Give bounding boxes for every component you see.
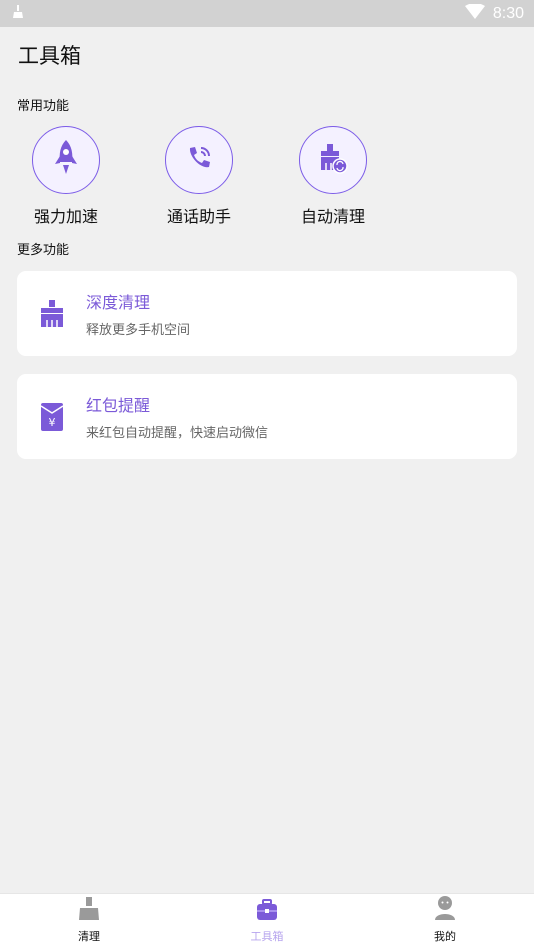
quick-action-auto-clean[interactable]: 自动清理 — [283, 126, 383, 227]
tab-clean[interactable]: 清理 — [0, 894, 178, 949]
card-red-envelope-title: 红包提醒 — [86, 396, 151, 415]
quick-action-boost-circle — [32, 126, 100, 194]
card-deep-clean-title: 深度清理 — [86, 293, 151, 312]
section-more-title: 更多功能 — [17, 243, 70, 258]
rocket-icon — [52, 138, 80, 182]
auto-clean-brush-icon — [318, 142, 348, 178]
card-red-envelope[interactable]: ¥ 红包提醒 来红包自动提醒，快速启动微信 — [17, 374, 517, 459]
status-time: 8:30 — [492, 4, 524, 22]
broom-brush-icon — [40, 299, 64, 329]
card-deep-clean[interactable]: 深度清理 释放更多手机空间 — [17, 271, 517, 356]
status-bar: 8:30 — [0, 0, 534, 27]
quick-action-boost-label: 强力加速 — [33, 207, 98, 226]
user-icon — [434, 895, 456, 925]
tab-clean-label: 清理 — [78, 930, 100, 943]
red-envelope-icon: ¥ — [40, 402, 64, 432]
tab-toolbox-label: 工具箱 — [250, 930, 284, 943]
quick-action-call[interactable]: 通话助手 — [149, 126, 249, 227]
tab-toolbox[interactable]: 工具箱 — [178, 894, 356, 949]
svg-text:¥: ¥ — [49, 416, 56, 429]
card-deep-clean-subtitle: 释放更多手机空间 — [86, 323, 191, 338]
tab-mine[interactable]: 我的 — [356, 894, 534, 949]
broom-icon — [78, 897, 100, 925]
section-common-title: 常用功能 — [17, 99, 70, 114]
broom-notification-icon — [12, 4, 24, 23]
page-title: 工具箱 — [18, 44, 81, 68]
tab-mine-label: 我的 — [434, 930, 456, 943]
wifi-icon — [464, 3, 485, 23]
card-red-envelope-subtitle: 来红包自动提醒，快速启动微信 — [86, 426, 269, 441]
toolbox-icon — [256, 899, 278, 925]
quick-action-auto-clean-circle — [299, 126, 367, 194]
quick-action-auto-clean-label: 自动清理 — [300, 207, 365, 226]
phone-call-icon — [183, 142, 215, 178]
quick-action-boost[interactable]: 强力加速 — [16, 126, 116, 227]
quick-action-call-label: 通话助手 — [166, 207, 231, 226]
quick-action-call-circle — [165, 126, 233, 194]
bottom-tab-bar: 清理 工具箱 我的 — [0, 893, 534, 949]
